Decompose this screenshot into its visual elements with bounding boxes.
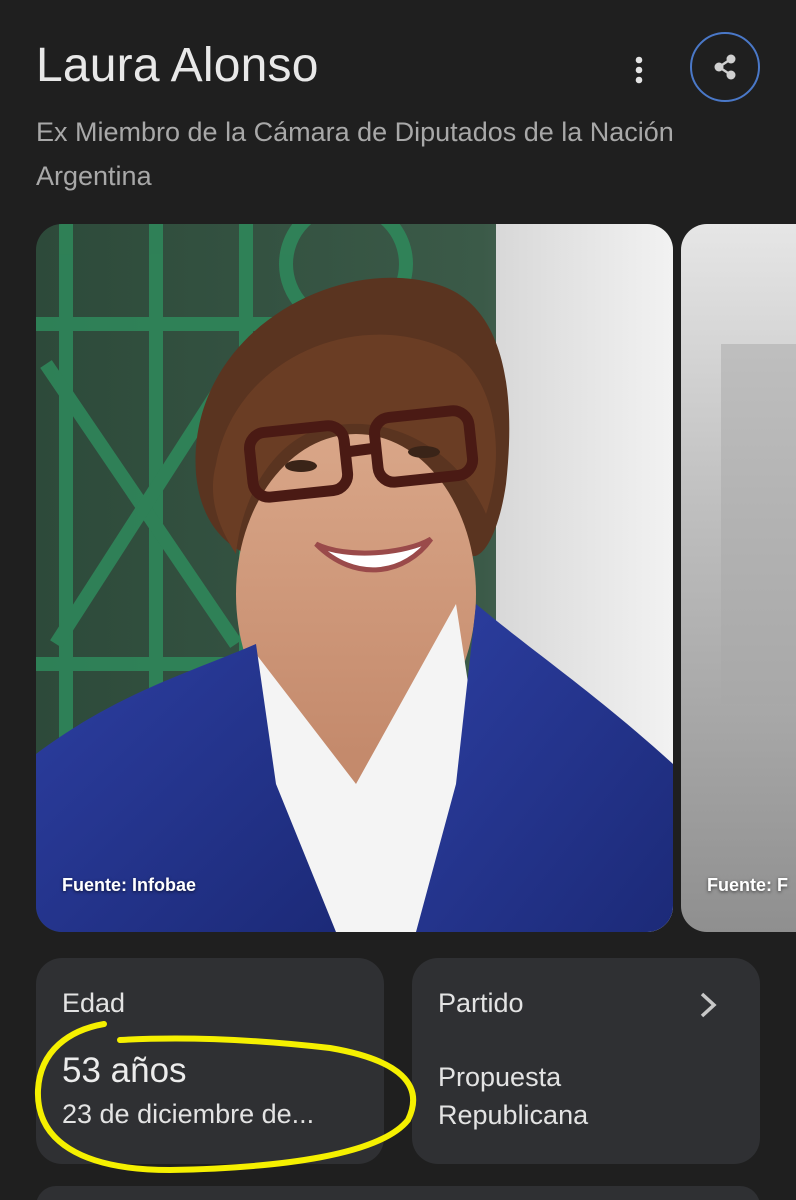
party-label: Partido [438, 988, 524, 1018]
second-photo [681, 224, 796, 932]
knowledge-panel: Laura Alonso Ex Miembro de la Cámara de … [0, 0, 796, 1200]
page-title: Laura Alonso [36, 39, 319, 92]
more-options-button[interactable] [624, 52, 654, 88]
share-icon [714, 54, 736, 80]
more-vert-icon [635, 56, 643, 84]
age-label: Edad [62, 988, 126, 1018]
age-card[interactable]: Edad 53 años 23 de diciembre de... [36, 958, 384, 1164]
chevron-right-icon [700, 992, 717, 1018]
image-carousel[interactable]: Fuente: Infobae Fuente: F [36, 224, 796, 932]
party-value: Propuesta Republicana [438, 1062, 589, 1130]
image-source-label: Fuente: Infobae [62, 875, 196, 895]
age-value: 53 años [62, 1051, 187, 1090]
page-subtitle: Ex Miembro de la Cámara de Diputados de … [36, 117, 674, 191]
birth-date: 23 de diciembre de... [62, 1099, 315, 1129]
second-image[interactable]: Fuente: F [681, 224, 796, 932]
party-card[interactable]: Partido Propuesta Republicana [412, 958, 760, 1164]
portrait-image[interactable]: Fuente: Infobae [36, 224, 673, 932]
next-card[interactable] [36, 1186, 760, 1200]
share-button[interactable] [690, 32, 760, 102]
image-source-label: Fuente: F [707, 875, 788, 895]
portrait-photo [36, 224, 673, 932]
